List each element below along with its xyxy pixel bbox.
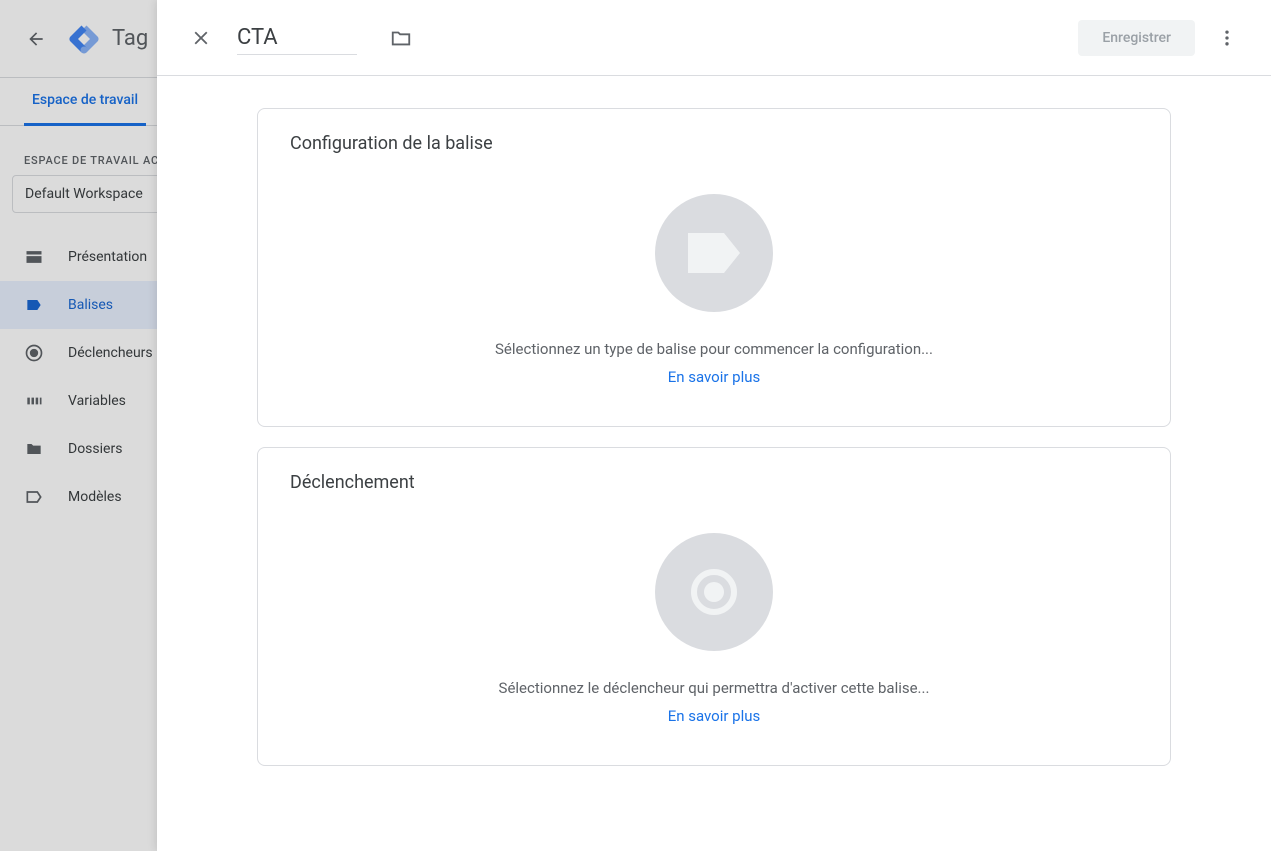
variable-icon <box>24 391 44 411</box>
more-menu-button[interactable] <box>1207 18 1247 58</box>
gtm-logo-icon <box>68 23 100 55</box>
learn-more-link[interactable]: En savoir plus <box>668 368 761 386</box>
card-title: Configuration de la balise <box>290 133 1138 154</box>
empty-text: Sélectionnez le déclencheur qui permettr… <box>499 679 930 697</box>
folder-button[interactable] <box>381 18 421 58</box>
empty-state: Sélectionnez le déclencheur qui permettr… <box>290 533 1138 725</box>
tag-icon <box>24 295 44 315</box>
save-button[interactable]: Enregistrer <box>1078 20 1195 56</box>
trigger-placeholder-icon <box>655 533 773 651</box>
empty-state: Sélectionnez un type de balise pour comm… <box>290 194 1138 386</box>
sidebar-item-label: Variables <box>68 393 126 409</box>
trigger-icon <box>24 343 44 363</box>
bg-app-title: Tag <box>112 26 148 51</box>
sidebar-item-label: Déclencheurs <box>68 345 153 361</box>
panel-body: Configuration de la balise Sélectionnez … <box>157 76 1271 851</box>
sidebar-item-label: Présentation <box>68 249 147 265</box>
folder-icon <box>24 439 44 459</box>
sidebar-item-label: Balises <box>68 297 113 313</box>
tag-editor-panel: Enregistrer Configuration de la balise S… <box>157 0 1271 851</box>
panel-header: Enregistrer <box>157 0 1271 76</box>
sidebar-item-label: Dossiers <box>68 441 122 457</box>
tag-name-input[interactable] <box>237 21 357 55</box>
sidebar-item-label: Modèles <box>68 489 122 505</box>
triggering-card[interactable]: Déclenchement Sélectionnez le déclencheu… <box>257 447 1171 766</box>
template-icon <box>24 487 44 507</box>
empty-text: Sélectionnez un type de balise pour comm… <box>495 340 933 358</box>
overview-icon <box>24 247 44 267</box>
tag-configuration-card[interactable]: Configuration de la balise Sélectionnez … <box>257 108 1171 427</box>
learn-more-link[interactable]: En savoir plus <box>668 707 761 725</box>
card-title: Déclenchement <box>290 472 1138 493</box>
close-button[interactable] <box>181 18 221 58</box>
tag-placeholder-icon <box>655 194 773 312</box>
tab-workspace[interactable]: Espace de travail <box>24 78 146 126</box>
back-button[interactable] <box>16 19 56 59</box>
